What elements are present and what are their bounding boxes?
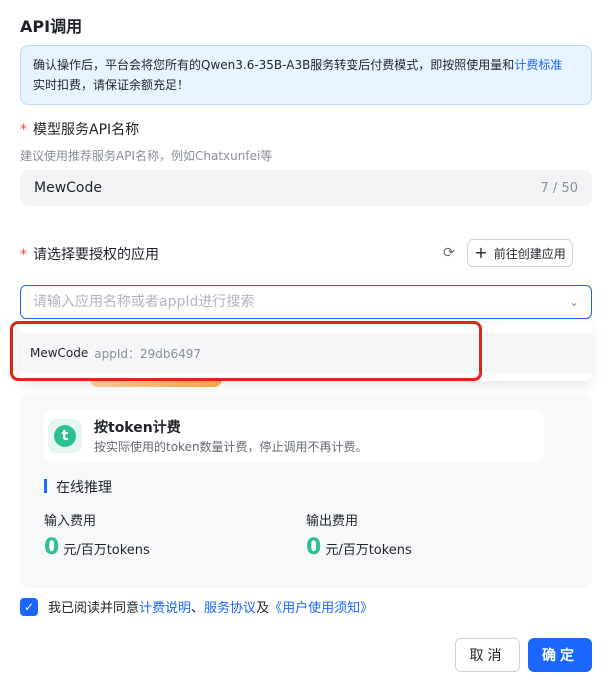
agree-prefix: 我已阅读并同意 [48, 601, 140, 616]
input-fee-label: 输入费用 [44, 514, 97, 529]
token-title: 按token计费 [94, 420, 181, 436]
refresh-icon[interactable]: ⟳ [443, 246, 457, 260]
output-fee-value: 0 [306, 535, 322, 560]
input-fee-unit: 元/百万tokens [63, 543, 150, 558]
token-desc: 按实际使用的token数量计费，停止调用不再计费。 [94, 440, 368, 454]
char-count: 7 / 50 [540, 180, 578, 196]
page-title: API调用 [20, 17, 83, 36]
agree-checkbox[interactable]: ✓ [20, 597, 38, 616]
app-search-select[interactable]: ⌄ [20, 285, 592, 319]
token-billing-option[interactable]: t 按token计费 按实际使用的token数量计费，停止调用不再计费。 [44, 410, 544, 462]
output-fee-label: 输出费用 [306, 514, 359, 529]
token-icon: t [48, 419, 82, 453]
confirm-button[interactable]: 确定 [528, 638, 592, 672]
input-fee: 0 元/百万tokens [44, 535, 150, 560]
notice-text-2: 实时扣费，请保证余额充足！ [33, 78, 190, 92]
api-name-hint: 建议使用推荐服务API名称，例如Chatxunfei等 [20, 149, 273, 163]
billing-terms-link[interactable]: 计费说明 [139, 601, 191, 616]
api-name-label: * 模型服务API名称 [20, 122, 140, 138]
create-app-label: 前往创建应用 [493, 246, 566, 261]
input-fee-value: 0 [44, 535, 60, 560]
app-select-label: * 请选择要授权的应用 [20, 247, 159, 263]
check-icon: ✓ [23, 599, 35, 614]
cancel-button[interactable]: 取消 [455, 638, 520, 672]
chevron-down-icon[interactable]: ⌄ [569, 295, 579, 309]
create-app-button[interactable]: + 前往创建应用 [467, 239, 573, 267]
api-name-input[interactable]: MewCode 7 / 50 [20, 170, 592, 206]
user-notice-link[interactable]: 《用户使用须知》 [269, 601, 373, 616]
output-fee-unit: 元/百万tokens [325, 543, 412, 558]
plus-icon: + [474, 243, 488, 262]
notice-text: 确认操作后，平台会将您所有的Qwen3.6-35B-A3B服务转变后付费模式，即… [33, 58, 515, 72]
app-search-input[interactable] [33, 294, 513, 310]
billing-standard-link[interactable]: 计费标准 [514, 58, 562, 72]
section-title: 在线推理 [56, 480, 112, 496]
required-mark: * [20, 122, 27, 138]
notice-banner: 确认操作后，平台会将您所有的Qwen3.6-35B-A3B服务转变后付费模式，即… [20, 45, 592, 105]
highlight-box [10, 321, 482, 381]
service-agreement-link[interactable]: 服务协议 [204, 601, 256, 616]
output-fee: 0 元/百万tokens [306, 535, 412, 560]
section-bar [44, 479, 47, 493]
required-mark: * [20, 247, 27, 263]
agreement-row: ✓ 我已阅读并同意计费说明、服务协议及《用户使用须知》 [20, 597, 373, 616]
billing-card: t 按token计费 按实际使用的token数量计费，停止调用不再计费。 在线推… [20, 395, 592, 588]
api-name-value: MewCode [34, 180, 102, 196]
